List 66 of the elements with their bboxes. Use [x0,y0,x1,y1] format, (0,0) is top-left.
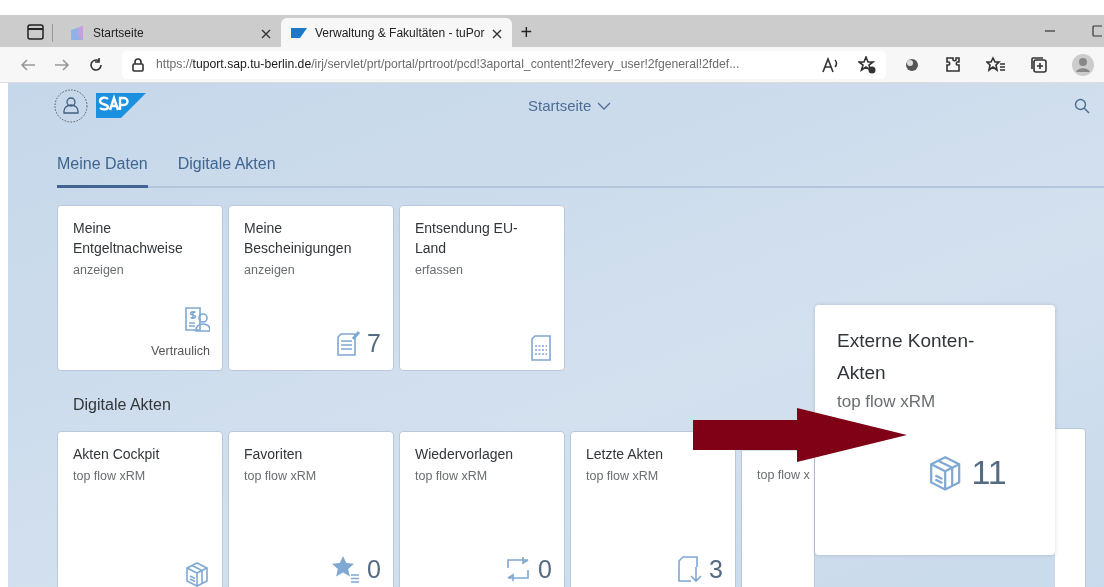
group-heading: Digitale Akten [73,395,171,415]
document-icon [335,330,362,357]
reload-icon[interactable] [88,56,104,73]
user-avatar-icon[interactable] [54,88,88,123]
section-tab[interactable]: Digitale Akten [177,146,276,188]
payslip-icon [184,306,210,332]
chevron-down-icon [597,101,612,111]
favorites-icon[interactable] [986,55,1006,74]
lock-icon [132,57,144,72]
back-icon[interactable] [20,56,36,73]
favorite-add-icon[interactable] [858,55,876,74]
tile[interactable]: Akten Cockpit top flow xRM [57,431,223,587]
browser-tab[interactable]: Startseite [59,18,281,47]
tile-footer: Vertraulich [150,342,210,361]
tile-count: 0 [538,553,552,585]
tile[interactable]: Wiedervorlagen top flow xRM 0 [399,431,565,587]
page-favicon-icon [69,24,85,41]
search-icon[interactable] [1074,97,1090,114]
tile-title: Wiedervorlagen [415,445,515,464]
tile-title: Meine Entgeltnachweise [73,219,184,258]
zoomed-tile[interactable]: Externe Konten-Akten top flow xRM 11 [815,305,1055,555]
maximize-icon[interactable] [1092,25,1102,37]
tile-subtitle: top flow xRM [244,468,318,485]
tile-title: Meine Bescheinigungen [244,219,353,258]
tile[interactable]: Meine Entgeltnachweise anzeigen Vertraulich [57,205,223,371]
tile[interactable]: top flow x [741,451,815,587]
shell-title-menu[interactable]: Startseite [528,95,612,118]
ball-icon[interactable] [904,56,920,73]
new-tab-button[interactable]: + [520,22,533,42]
tile-subtitle: anzeigen [244,262,296,279]
tile-count: 7 [367,327,381,359]
sap-logo[interactable] [96,93,146,118]
sap-favicon-icon [291,27,307,38]
tile-title: Externe Konten-Akten [837,329,976,385]
tile-count: 11 [971,452,1007,493]
tile[interactable]: Meine Bescheinigungen anzeigen 7 [228,205,394,371]
document-download-icon [677,555,704,584]
tile-subtitle: top flow xRM [73,468,147,485]
address-bar[interactable]: https://tuport.sap.tu-berlin.de/irj/servlet/prt/portal/prtroot/pcd!3aportal_content!2fevery_user!2fgeneral!2fdef... [122,50,886,79]
tile-title: Entsendung EU-Land [415,219,519,258]
forward-icon[interactable] [54,56,70,73]
extensions-icon[interactable] [944,55,962,74]
tile[interactable] [1055,428,1086,587]
collections-icon[interactable] [1030,55,1048,74]
read-aloud-icon[interactable] [822,56,840,73]
tile[interactable]: Entsendung EU-Land erfassen [399,205,565,371]
tile-subtitle: anzeigen [73,262,125,279]
tile-subtitle: top flow xRM [415,468,489,485]
tile[interactable]: Letzte Akten top flow xRM 3 [570,431,736,587]
url-text: https://tuport.sap.tu-berlin.de/irj/servlet/prt/portal/prtroot/pcd!3aportal_content!2fevery_user!2fgeneral!2fdef... [156,56,740,74]
form-icon [530,334,552,362]
tile-subtitle: top flow xRM [837,391,937,413]
tile-title: Favoriten [244,445,304,464]
tile-subtitle: top flow xRM [586,468,660,485]
tile[interactable]: Favoriten top flow xRM 0 [228,431,394,587]
section-tab[interactable]: Meine Daten [57,146,148,188]
tile-subtitle: top flow x [757,467,811,484]
star-icon [331,555,362,584]
tile-count: 0 [367,553,381,585]
tile-title: Akten Cockpit [73,445,161,464]
profile-avatar-icon[interactable] [1072,53,1094,76]
browser-tab[interactable]: Verwaltung & Fakultäten - tuPor [281,18,513,47]
box-icon [184,560,210,587]
tile-count: 3 [709,553,723,585]
tile-title: Letzte Akten [586,445,665,464]
tile-subtitle: erfassen [415,262,464,279]
